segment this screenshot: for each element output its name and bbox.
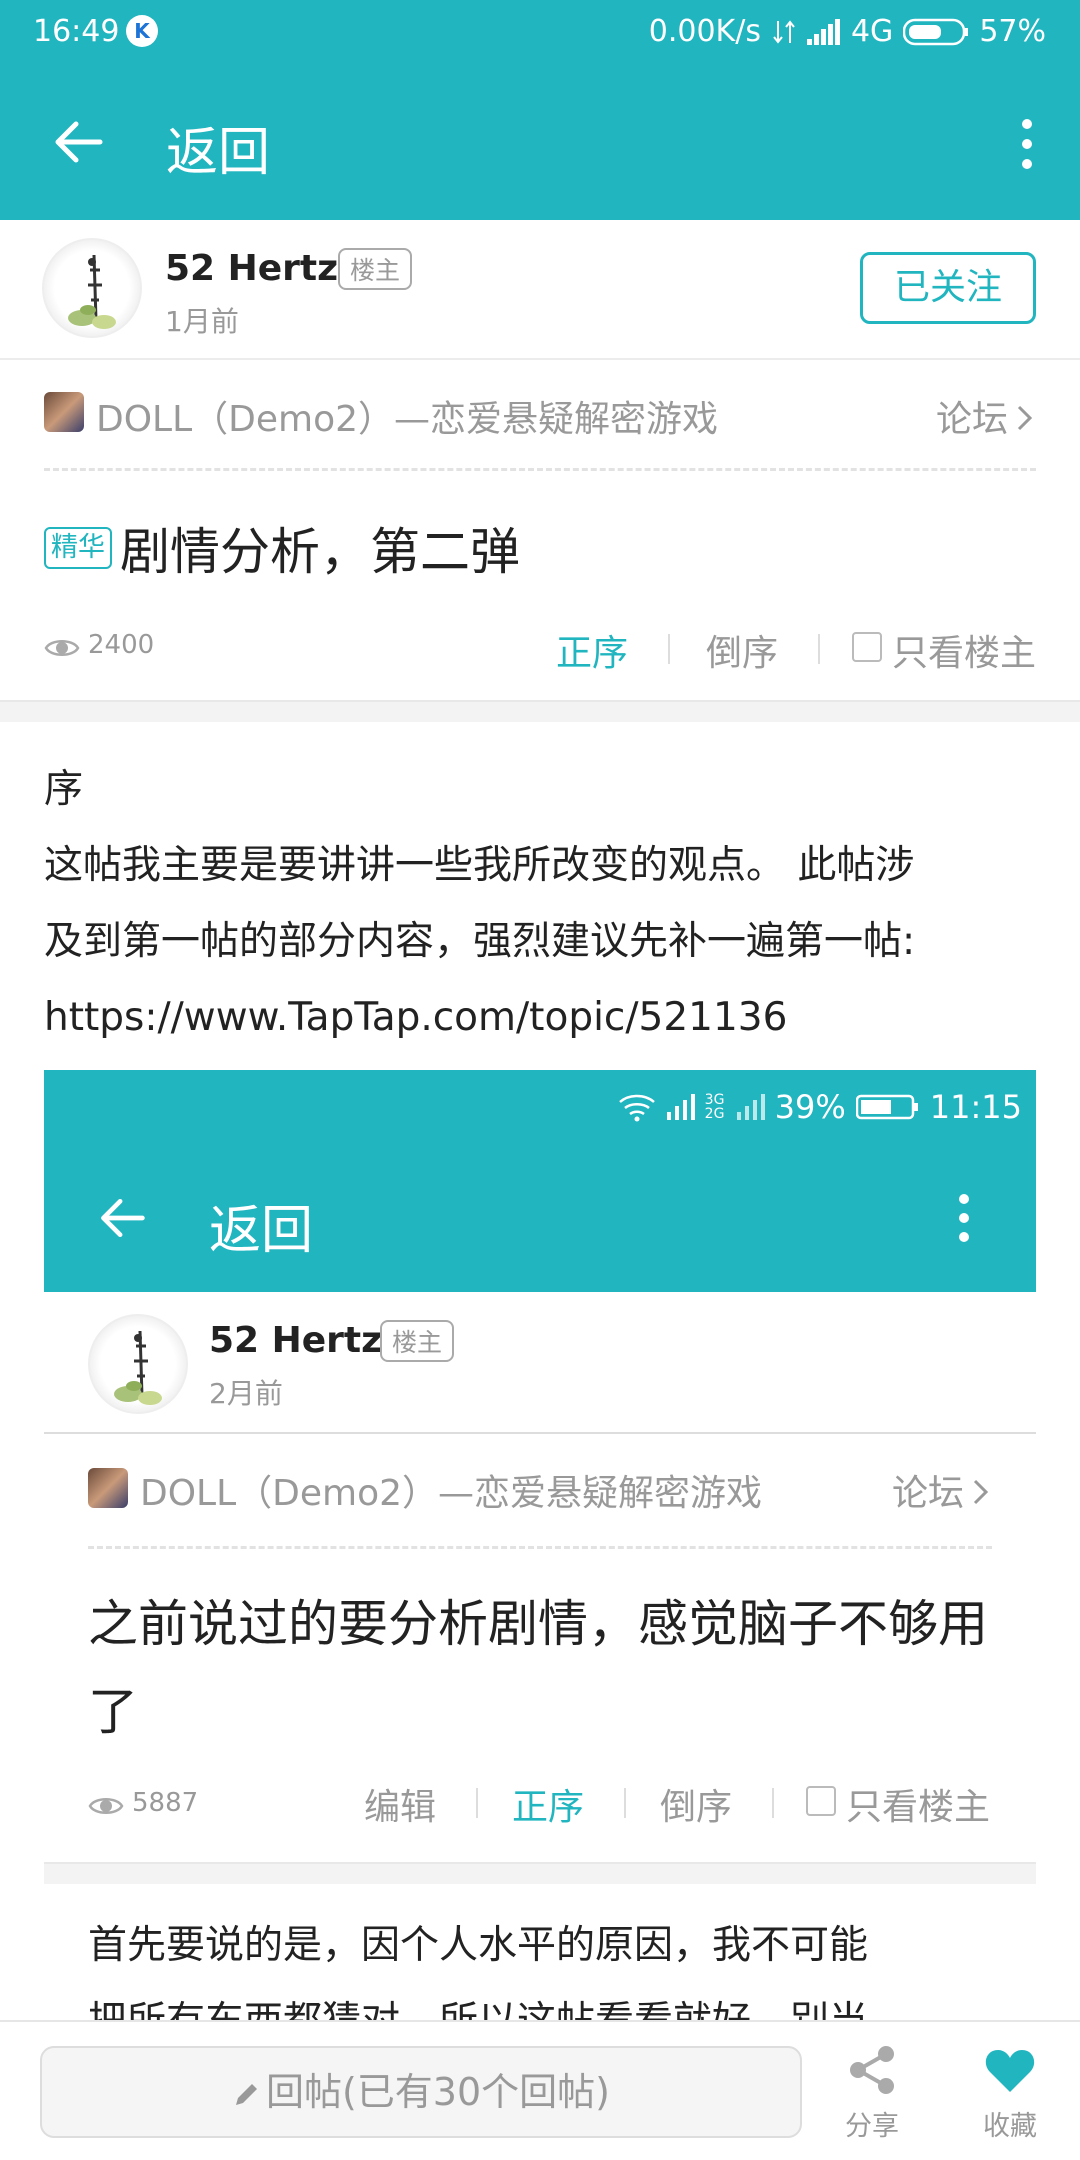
content-line: 首先要说的是，因个人水平的原因，我不可能 — [88, 1923, 869, 1968]
content-line: 及到第一帖的部分内容，强烈建议先补一遍第一帖: — [44, 919, 916, 964]
edit-button: 编辑 — [364, 1787, 437, 1828]
view-count: 5887 — [132, 1788, 199, 1818]
embedded-screenshot[interactable]: 3G 2G 39% 11:15 返回 52 Hertz 楼主 2月前 DOLL（… — [44, 1070, 1036, 2070]
app-bar-title[interactable]: 返回 — [166, 110, 270, 185]
embedded-app-bar-title: 返回 — [209, 1201, 314, 1261]
view-count: 2400 — [88, 630, 155, 660]
status-time: 11:15 — [929, 1088, 1022, 1126]
separator — [668, 634, 670, 664]
post-meta: 2400 正序 倒序 只看楼主 — [0, 614, 1080, 684]
only-op-label: 只看楼主 — [846, 1787, 991, 1828]
signal-icon — [806, 18, 840, 45]
back-arrow-icon — [101, 1198, 145, 1238]
section-gap — [0, 700, 1080, 722]
post-time: 1月前 — [165, 305, 239, 338]
only-op-checkbox — [806, 1786, 836, 1816]
separator — [476, 1788, 478, 1818]
pencil-icon — [235, 2084, 257, 2105]
embedded-post-title: 之前说过的要分析剧情，感觉脑子不够用了 — [88, 1595, 988, 1741]
battery-icon — [855, 1094, 918, 1120]
app-bar: 返回 — [0, 66, 1080, 220]
op-badge: 楼主 — [338, 248, 413, 290]
back-arrow-icon[interactable] — [50, 114, 106, 170]
content-link[interactable]: https://www.TapTap.com/topic/521136 — [44, 980, 1044, 1056]
signal-icon — [736, 1094, 765, 1120]
forum-name: DOLL（Demo2）—恋爱悬疑解密游戏 — [140, 1473, 763, 1514]
signal-icon — [666, 1094, 695, 1120]
status-bar: 16:49 K 0.00K/s 4G 57% — [0, 0, 1080, 66]
dashed-divider — [88, 1546, 992, 1549]
only-op-label[interactable]: 只看楼主 — [892, 624, 1036, 676]
separator — [624, 1788, 626, 1818]
op-badge: 楼主 — [380, 1320, 455, 1362]
avatar[interactable] — [42, 238, 142, 338]
section-gap — [44, 1862, 1036, 1884]
post-title-row: 精华 剧情分析，第二弹 — [44, 512, 520, 584]
content-line: 这帖我主要是要讲讲一些我所改变的观点。 此帖涉 — [44, 843, 915, 888]
sort-asc-button[interactable]: 正序 — [556, 624, 628, 676]
post-time: 2月前 — [209, 1377, 283, 1410]
sort-asc-button: 正序 — [512, 1787, 585, 1828]
k-app-icon: K — [126, 15, 158, 47]
separator — [818, 634, 820, 664]
separator — [772, 1788, 774, 1818]
embedded-status-right: 3G 2G 39% 11:15 — [617, 1088, 1022, 1126]
more-options-icon — [959, 1194, 969, 1242]
network-speed: 0.00K/s — [648, 14, 761, 49]
embedded-status-bar: 3G 2G 39% 11:15 — [44, 1070, 1036, 1146]
status-time: 16:49 — [33, 14, 120, 49]
eye-icon — [44, 640, 80, 656]
wifi-icon — [618, 1094, 655, 1122]
network-type: 4G — [850, 14, 894, 49]
chevron-right-icon — [973, 1479, 989, 1505]
status-right: 0.00K/s 4G 57% — [649, 14, 1046, 49]
dashed-divider — [44, 468, 1036, 471]
content-line: 序 — [44, 767, 84, 812]
forum-link[interactable]: 论坛 — [936, 390, 1036, 442]
eye-icon — [88, 1798, 124, 1814]
avatar — [88, 1314, 188, 1414]
bottom-bar: 回帖(已有30个回帖) 分享 收藏 — [0, 2020, 1080, 2160]
featured-tag: 精华 — [44, 527, 112, 569]
heart-icon — [985, 2050, 1035, 2092]
more-options-icon[interactable] — [1014, 116, 1040, 172]
author-name[interactable]: 52 Hertz — [165, 248, 338, 289]
embedded-app-bar: 返回 — [44, 1146, 1036, 1292]
forum-name[interactable]: DOLL（Demo2）—恋爱悬疑解密游戏 — [96, 390, 718, 442]
share-button[interactable]: 分享 — [812, 2042, 932, 2143]
post-title: 剧情分析，第二弹 — [120, 523, 520, 581]
chevron-right-icon — [1017, 405, 1033, 431]
battery-percent: 57% — [979, 14, 1046, 49]
forum-link-label: 论坛 — [935, 399, 1008, 440]
data-transfer-icon — [773, 19, 795, 44]
post-content: 序 这帖我主要是要讲讲一些我所改变的观点。 此帖涉 及到第一帖的部分内容，强烈建… — [44, 752, 1044, 1056]
forum-link: 论坛 — [892, 1464, 992, 1516]
collect-button[interactable]: 收藏 — [950, 2042, 1070, 2143]
game-icon — [88, 1468, 128, 1508]
share-label: 分享 — [845, 2111, 899, 2142]
author-row: 52 Hertz 楼主 1月前 已关注 — [0, 220, 1080, 360]
divider — [44, 1432, 1036, 1434]
author-name: 52 Hertz — [209, 1320, 383, 1361]
network-type: 3G 2G — [704, 1092, 725, 1122]
battery-icon — [903, 18, 969, 45]
reply-placeholder: 回帖(已有30个回帖) — [265, 2070, 610, 2114]
forum-row[interactable]: DOLL（Demo2）—恋爱悬疑解密游戏 论坛 — [0, 362, 1080, 472]
share-icon — [850, 2046, 894, 2094]
game-icon — [44, 392, 84, 432]
sort-desc-button: 倒序 — [660, 1787, 733, 1828]
only-op-checkbox[interactable] — [852, 632, 882, 662]
battery-percent: 39% — [774, 1088, 846, 1126]
follow-button[interactable]: 已关注 — [860, 252, 1036, 324]
forum-link-label: 论坛 — [891, 1473, 964, 1514]
collect-label: 收藏 — [983, 2111, 1037, 2142]
reply-input[interactable]: 回帖(已有30个回帖) — [40, 2046, 802, 2138]
sort-desc-button[interactable]: 倒序 — [706, 624, 778, 676]
